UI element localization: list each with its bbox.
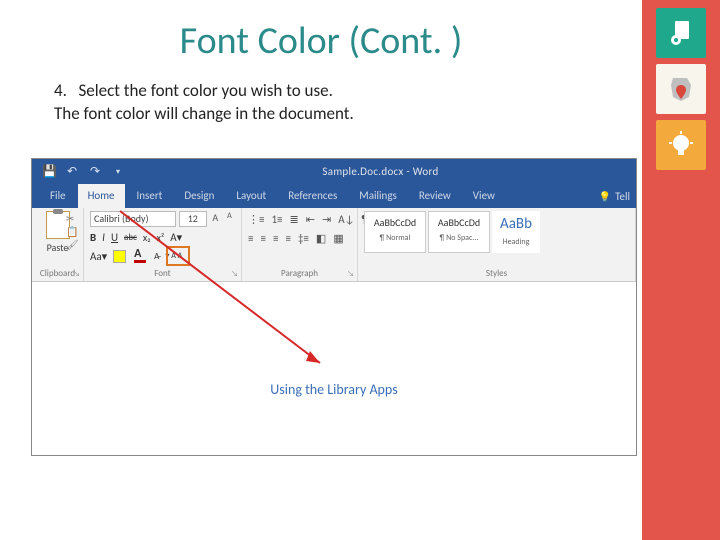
brand-ohio-icon xyxy=(656,64,706,114)
tell-label: Tell xyxy=(615,190,630,203)
tab-design[interactable]: Design xyxy=(174,184,224,208)
bulb-icon: 💡 xyxy=(599,190,611,203)
styles-group-label: Styles xyxy=(358,268,635,279)
undo-icon[interactable]: ↶ xyxy=(65,165,79,179)
dialog-launcher-icon[interactable]: ↘ xyxy=(73,269,80,279)
slide-title: Font Color (Cont. ) xyxy=(0,0,720,64)
sort-button[interactable]: A↓ xyxy=(338,213,354,226)
style-heading[interactable]: AaBb Heading xyxy=(492,211,540,253)
save-icon[interactable]: 💾 xyxy=(42,165,56,179)
decrease-indent-button[interactable]: ⇤ xyxy=(306,213,315,226)
shrink-font-icon[interactable]: A xyxy=(224,211,235,227)
document-text: Using the Library Apps xyxy=(32,285,636,398)
align-center-button[interactable]: ≡ xyxy=(260,232,265,245)
tab-file[interactable]: File xyxy=(40,184,76,208)
increase-indent-button[interactable]: ⇥ xyxy=(322,213,331,226)
quick-access-toolbar: 💾 ↶ ↷ ▾ xyxy=(32,165,125,179)
bold-button[interactable]: B xyxy=(90,231,96,244)
result-note: The font color will change in the docume… xyxy=(0,103,720,124)
style-preview: AaBbCcDd xyxy=(429,212,489,229)
superscript-button[interactable]: x² xyxy=(157,231,165,244)
tab-view[interactable]: View xyxy=(463,184,505,208)
group-paragraph: ⋮≡ 1≡ ≣ ⇤ ⇥ A↓ ¶ ≡ ≡ ≡ ≡ ‡≡ ◧ ▦ Paragrap… xyxy=(242,208,358,281)
document-title: Sample.Doc.docx - Word xyxy=(125,165,636,178)
style-name: ¶ Normal xyxy=(365,233,425,243)
style-no-spacing[interactable]: AaBbCcDd ¶ No Spac... xyxy=(428,211,490,253)
numbering-button[interactable]: 1≡ xyxy=(271,213,282,226)
qat-more-icon[interactable]: ▾ xyxy=(111,165,125,179)
tab-review[interactable]: Review xyxy=(409,184,461,208)
subscript-button[interactable]: x₂ xyxy=(143,231,151,244)
justify-button[interactable]: ≡ xyxy=(285,232,290,245)
font-color-button[interactable]: A xyxy=(132,248,148,264)
group-font: Calibri (Body) 12 A A B I U abc x₂ x² A▾… xyxy=(84,208,242,281)
tab-references[interactable]: References xyxy=(278,184,347,208)
tab-layout[interactable]: Layout xyxy=(226,184,276,208)
tab-mailings[interactable]: Mailings xyxy=(349,184,407,208)
group-styles: AaBbCcDd ¶ Normal AaBbCcDd ¶ No Spac... … xyxy=(358,208,636,281)
dialog-launcher-icon[interactable]: ↘ xyxy=(347,269,354,279)
word-window: 💾 ↶ ↷ ▾ Sample.Doc.docx - Word File Home… xyxy=(31,158,637,456)
tab-home[interactable]: Home xyxy=(78,184,125,208)
strikethrough-button[interactable]: abc xyxy=(124,232,137,243)
ribbon: ✂📋🖌 Paste Clipboard ↘ Calibri (Body) 12 … xyxy=(32,208,636,282)
underline-button[interactable]: U xyxy=(111,231,118,244)
dialog-launcher-icon[interactable]: ↘ xyxy=(231,269,238,279)
brand-hand-icon xyxy=(656,8,706,58)
borders-button[interactable]: ▦ xyxy=(333,232,343,245)
clipboard-small-buttons[interactable]: ✂📋🖌 xyxy=(66,212,79,251)
style-name: ¶ No Spac... xyxy=(429,233,489,243)
style-name: Heading xyxy=(492,237,540,247)
highlight-color-button[interactable] xyxy=(113,250,126,263)
tell-me[interactable]: 💡 Tell xyxy=(599,190,630,203)
grow-font-icon[interactable]: A xyxy=(210,211,221,227)
italic-button[interactable]: I xyxy=(102,231,105,244)
multilevel-button[interactable]: ≣ xyxy=(290,213,299,226)
group-clipboard: ✂📋🖌 Paste Clipboard ↘ xyxy=(32,208,84,281)
paragraph-group-label: Paragraph xyxy=(242,268,357,279)
style-preview: AaBb xyxy=(492,211,540,233)
step-line: 4. Select the font color you wish to use… xyxy=(0,64,720,103)
document-canvas[interactable]: Using the Library Apps xyxy=(32,285,636,455)
ribbon-tabs: File Home Insert Design Layout Reference… xyxy=(32,184,636,208)
text-effects-button[interactable]: A▾ xyxy=(170,231,182,244)
slide-brand-bar xyxy=(642,0,720,540)
font-group-label: Font xyxy=(84,268,241,279)
redo-icon[interactable]: ↷ xyxy=(88,165,102,179)
font-name-select[interactable]: Calibri (Body) xyxy=(90,211,176,227)
align-right-button[interactable]: ≡ xyxy=(273,232,278,245)
font-more-icon[interactable]: ▾ A A xyxy=(165,251,182,261)
step-text: Select the font color you wish to use. xyxy=(78,80,332,101)
shading-button[interactable]: ◧ xyxy=(316,232,326,245)
align-left-button[interactable]: ≡ xyxy=(248,232,253,245)
step-number: 4. xyxy=(54,80,67,101)
style-normal[interactable]: AaBbCcDd ¶ Normal xyxy=(364,211,426,253)
brand-bulb-icon xyxy=(656,120,706,170)
style-preview: AaBbCcDd xyxy=(365,212,425,229)
change-case-button[interactable]: Aa▾ xyxy=(90,250,107,263)
font-size-select[interactable]: 12 xyxy=(179,211,207,227)
clear-formatting-button[interactable]: A̶ xyxy=(154,251,159,262)
line-spacing-button[interactable]: ‡≡ xyxy=(298,232,309,245)
tab-insert[interactable]: Insert xyxy=(127,184,173,208)
title-bar: 💾 ↶ ↷ ▾ Sample.Doc.docx - Word xyxy=(32,159,636,184)
bullets-button[interactable]: ⋮≡ xyxy=(248,213,264,226)
